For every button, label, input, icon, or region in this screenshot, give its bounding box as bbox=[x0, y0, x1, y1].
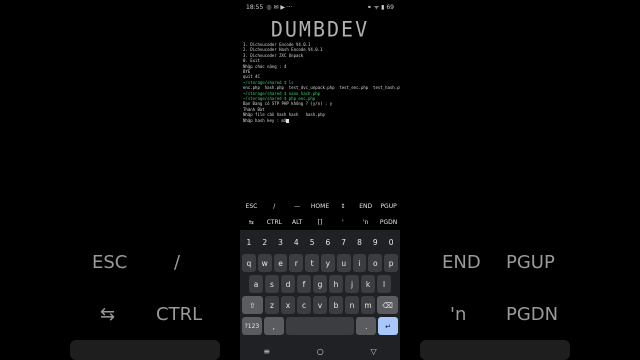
key-o[interactable]: o bbox=[368, 254, 383, 272]
key-2[interactable]: 2 bbox=[258, 233, 272, 251]
key-z[interactable]: z bbox=[265, 296, 279, 314]
terminal-line: enc.php hash.php test_dvc_unpack.php tes… bbox=[243, 85, 400, 91]
key-7[interactable]: 7 bbox=[337, 233, 351, 251]
key-l[interactable]: l bbox=[377, 275, 391, 293]
bg-keyboard-left bbox=[70, 340, 220, 360]
notification-icons: ◎ ✉ ▶ ··· bbox=[266, 3, 293, 11]
key-r[interactable]: r bbox=[289, 254, 304, 272]
key-v[interactable]: v bbox=[313, 296, 327, 314]
back-icon[interactable]: ▽ bbox=[370, 347, 376, 356]
extra-keys-row-2: ⇆ CTRL ALT[] ''n PGDN bbox=[240, 214, 400, 230]
key-1[interactable]: 1 bbox=[242, 233, 256, 251]
bg-n: 'n bbox=[450, 304, 467, 325]
bg-end: END bbox=[442, 252, 481, 273]
extra-keys-row-1: ESC / — HOME ↕ END PGUP bbox=[240, 198, 400, 214]
extra-key[interactable]: — bbox=[286, 203, 309, 210]
bg-ctrl: CTRL bbox=[156, 304, 203, 325]
terminal-lines: 1. Dichvucoder Encode V4.0.1 2. Dichvucod… bbox=[243, 42, 400, 123]
key-n[interactable]: n bbox=[345, 296, 359, 314]
extra-key[interactable]: ⇆ bbox=[240, 219, 263, 226]
bg-slash: / bbox=[174, 252, 181, 273]
backspace-key[interactable]: ⌫ bbox=[377, 296, 398, 314]
terminal-cursor bbox=[286, 118, 290, 123]
extra-key[interactable]: ' bbox=[331, 219, 354, 226]
key-w[interactable]: w bbox=[257, 254, 272, 272]
termux-extra-keys: ESC / — HOME ↕ END PGUP ⇆ CTRL ALT[] ''n PGDN bbox=[240, 198, 400, 230]
recent-apps-icon[interactable]: ≡ bbox=[263, 347, 270, 356]
extra-key[interactable]: PGDN bbox=[377, 219, 400, 226]
key-4[interactable]: 4 bbox=[289, 233, 303, 251]
key-3[interactable]: 3 bbox=[274, 233, 288, 251]
number-row: 1234567890 bbox=[242, 233, 398, 251]
key-6[interactable]: 6 bbox=[321, 233, 335, 251]
key-0[interactable]: 0 bbox=[384, 233, 398, 251]
extra-key[interactable]: [] bbox=[309, 219, 332, 226]
key-g[interactable]: g bbox=[313, 275, 327, 293]
key-a[interactable]: a bbox=[249, 275, 263, 293]
terminal-line: Nhập hash key : mã bbox=[243, 118, 397, 123]
key-5[interactable]: 5 bbox=[305, 233, 319, 251]
navigation-bar: ≡ ○ ▽ bbox=[240, 342, 400, 360]
key-d[interactable]: d bbox=[281, 275, 295, 293]
key-h[interactable]: h bbox=[329, 275, 343, 293]
home-icon[interactable]: ○ bbox=[317, 347, 324, 356]
bg-esc: ESC bbox=[92, 252, 128, 273]
key-y[interactable]: y bbox=[321, 254, 335, 272]
soft-keyboard: 1234567890 qwertyuiop asdfghjkl ⇧ zxcvbn… bbox=[240, 230, 400, 342]
comma-key[interactable]: , bbox=[263, 317, 284, 335]
bg-keyboard-right bbox=[420, 340, 570, 360]
letter-row-3: ⇧ z x c v b n m ⌫ bbox=[242, 296, 398, 314]
extra-key[interactable]: HOME bbox=[309, 203, 332, 210]
key-e[interactable]: e bbox=[273, 254, 288, 272]
extra-key[interactable]: PGUP bbox=[377, 203, 400, 210]
bg-tab-icon: ⇆ bbox=[100, 304, 116, 325]
bottom-row: ?123 , . ↵ bbox=[241, 317, 399, 335]
space-key[interactable] bbox=[285, 317, 355, 335]
system-icons: ⚭ ᯤ ▮ 69 bbox=[366, 4, 394, 11]
extra-key[interactable]: ↕ bbox=[331, 203, 354, 210]
extra-key[interactable]: 'n bbox=[354, 219, 377, 226]
key-j[interactable]: j bbox=[345, 275, 359, 293]
extra-key[interactable]: END bbox=[354, 203, 377, 210]
period-key[interactable]: . bbox=[356, 317, 377, 335]
shift-key[interactable]: ⇧ bbox=[242, 296, 263, 314]
bg-pgdn: PGDN bbox=[506, 304, 559, 325]
letter-row-1: qwertyuiop bbox=[242, 254, 398, 272]
key-t[interactable]: t bbox=[305, 254, 319, 272]
key-8[interactable]: 8 bbox=[353, 233, 367, 251]
key-f[interactable]: f bbox=[297, 275, 311, 293]
key-q[interactable]: q bbox=[242, 254, 256, 272]
key-x[interactable]: x bbox=[281, 296, 295, 314]
key-9[interactable]: 9 bbox=[368, 233, 382, 251]
key-u[interactable]: u bbox=[336, 254, 351, 272]
extra-key[interactable]: CTRL bbox=[263, 219, 286, 226]
terminal-output[interactable]: DUMBDEV 1. Dichvucoder Encode V4.0.1 2. D… bbox=[240, 14, 400, 194]
letter-row-2: asdfghjkl bbox=[242, 275, 398, 293]
key-p[interactable]: p bbox=[384, 254, 398, 272]
status-time: 18:55 bbox=[246, 3, 264, 11]
key-s[interactable]: s bbox=[265, 275, 279, 293]
ascii-banner: DUMBDEV bbox=[270, 16, 370, 42]
symbols-key[interactable]: ?123 bbox=[241, 317, 262, 335]
extra-key[interactable]: / bbox=[263, 203, 286, 210]
extra-key[interactable]: ALT bbox=[286, 219, 309, 226]
phone-screen: 18:55 ◎ ✉ ▶ ··· ⚭ ᯤ ▮ 69 DUMBDEV 1. Dich… bbox=[240, 0, 400, 360]
key-b[interactable]: b bbox=[329, 296, 343, 314]
key-k[interactable]: k bbox=[361, 275, 375, 293]
key-c[interactable]: c bbox=[297, 296, 311, 314]
extra-key[interactable]: ESC bbox=[240, 203, 263, 210]
key-m[interactable]: m bbox=[361, 296, 375, 314]
bg-pgup: PGUP bbox=[506, 252, 555, 273]
status-bar: 18:55 ◎ ✉ ▶ ··· ⚭ ᯤ ▮ 69 bbox=[240, 0, 400, 14]
enter-key[interactable]: ↵ bbox=[378, 317, 399, 335]
key-i[interactable]: i bbox=[352, 254, 367, 272]
